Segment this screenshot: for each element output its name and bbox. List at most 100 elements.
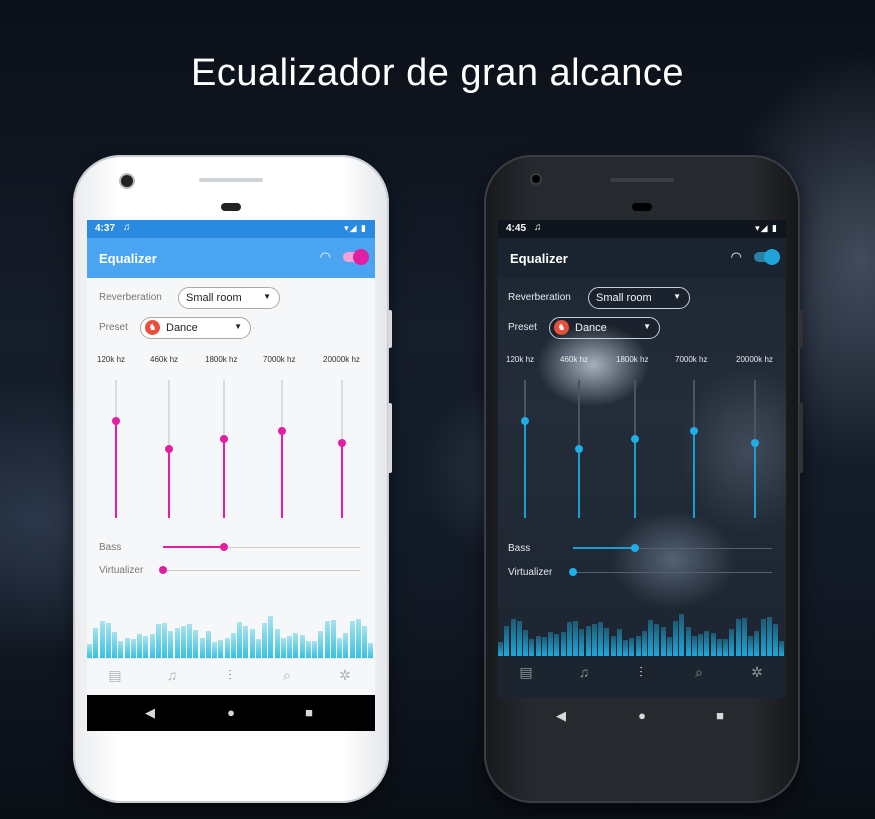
preset-dropdown[interactable]: ♞ Dance ▼ xyxy=(140,317,251,339)
band-handle[interactable] xyxy=(165,445,173,453)
system-nav-bar: ◀ ● ■ xyxy=(498,698,786,734)
search-icon[interactable]: ⌕ xyxy=(277,667,297,684)
recents-icon[interactable]: ■ xyxy=(299,705,319,720)
spectrum-bar xyxy=(105,623,111,658)
spectrum-bar xyxy=(299,635,305,658)
spectrum-bar xyxy=(716,639,722,656)
spectrum-bar xyxy=(598,622,603,656)
spectrum-bar xyxy=(305,641,311,658)
band-handle[interactable] xyxy=(278,427,286,436)
band-handle[interactable] xyxy=(631,435,639,444)
equalizer-icon[interactable]: ⫶ xyxy=(631,664,651,681)
gauge-icon[interactable]: ◠ xyxy=(731,249,742,265)
band-fill xyxy=(634,439,636,518)
spectrum-bar xyxy=(355,619,361,658)
spectrum-bar xyxy=(585,626,591,656)
app-bar: Equalizer ◠ xyxy=(498,238,786,278)
spectrum-bar xyxy=(773,624,778,656)
app-title: Equalizer xyxy=(510,251,568,266)
toggle-knob xyxy=(353,249,369,265)
music-note-icon: ♫ xyxy=(123,222,131,233)
spectrum-bar xyxy=(648,620,653,656)
band-handle[interactable] xyxy=(751,439,759,448)
reverb-dropdown[interactable]: Small room ▼ xyxy=(588,287,690,309)
band-handle[interactable] xyxy=(521,417,529,426)
home-icon[interactable]: ● xyxy=(632,708,652,723)
spectrum-bar xyxy=(616,629,622,656)
preset-value: Dance xyxy=(575,322,607,334)
spectrum-bar xyxy=(362,626,367,658)
spectrum-bar xyxy=(579,629,585,656)
spectrum-bar xyxy=(554,634,560,656)
search-icon[interactable]: ⌕ xyxy=(689,664,709,681)
spectrum-bar xyxy=(741,618,747,656)
spectrum-bar xyxy=(504,626,510,656)
earpiece xyxy=(610,178,674,182)
spectrum-bar xyxy=(735,619,741,656)
spectrum-bar xyxy=(287,636,292,658)
reverb-label: Reverberation xyxy=(508,292,571,303)
band-handle[interactable] xyxy=(338,439,346,448)
spectrum-bar xyxy=(137,634,142,658)
spectrum-bar xyxy=(629,638,635,656)
proximity-sensor xyxy=(221,203,241,211)
phone-light: 4:37 ♫ ▾◢ ▮ Equalizer ◠ Reverberation Sm… xyxy=(73,155,392,803)
spectrum-bar xyxy=(349,621,355,658)
toggle-knob xyxy=(764,249,780,265)
virtualizer-track[interactable] xyxy=(573,572,772,573)
recents-icon[interactable]: ■ xyxy=(710,708,730,723)
virtualizer-handle[interactable] xyxy=(569,568,577,576)
spectrum-bar xyxy=(673,621,678,656)
settings-icon[interactable]: ✲ xyxy=(747,664,767,681)
band-handle[interactable] xyxy=(690,427,698,436)
equalizer-toggle[interactable] xyxy=(754,249,780,265)
bass-handle[interactable] xyxy=(630,544,639,552)
band-handle[interactable] xyxy=(575,445,583,453)
spectrum-bar xyxy=(660,627,666,656)
caret-down-icon: ▼ xyxy=(234,322,242,331)
earpiece xyxy=(199,178,263,182)
spectrum-bar xyxy=(218,640,224,658)
songs-icon[interactable]: ♫ xyxy=(162,667,182,683)
spectrum-bar xyxy=(243,626,249,658)
spectrum-bar xyxy=(729,629,735,656)
front-camera xyxy=(121,175,133,187)
reverb-dropdown[interactable]: Small room ▼ xyxy=(178,287,280,309)
band-label: 7000k hz xyxy=(675,355,708,364)
spectrum-bar xyxy=(318,631,324,658)
gauge-icon[interactable]: ◠ xyxy=(320,249,331,265)
band-handle[interactable] xyxy=(220,435,228,444)
app-title: Equalizer xyxy=(99,251,157,266)
spectrum-bar xyxy=(635,636,641,656)
equalizer-toggle[interactable] xyxy=(343,249,369,265)
band-fill xyxy=(281,431,283,518)
band-fill xyxy=(223,439,225,518)
library-icon[interactable]: ▤ xyxy=(105,667,125,684)
bass-handle[interactable] xyxy=(220,543,229,551)
home-icon[interactable]: ● xyxy=(221,705,241,720)
songs-icon[interactable]: ♫ xyxy=(574,664,594,680)
equalizer-icon[interactable]: ⫶ xyxy=(220,667,240,684)
band-handle[interactable] xyxy=(112,417,120,426)
settings-icon[interactable]: ✲ xyxy=(335,667,355,684)
band-label: 20000k hz xyxy=(323,355,360,364)
bass-fill xyxy=(163,546,225,548)
library-icon[interactable]: ▤ xyxy=(516,664,536,681)
spectrum-bar xyxy=(516,621,522,656)
spectrum-bar xyxy=(187,624,192,658)
spectrum-bar xyxy=(548,632,553,656)
spectrum-bar xyxy=(199,638,205,658)
spectrum-visualizer xyxy=(498,606,786,656)
virtualizer-handle[interactable] xyxy=(159,566,167,574)
spectrum-bar xyxy=(99,621,105,658)
bass-label: Bass xyxy=(508,543,531,554)
spectrum-bar xyxy=(760,619,766,656)
spectrum-bar xyxy=(654,624,660,656)
volume-button xyxy=(388,403,392,473)
spectrum-bar xyxy=(168,631,174,658)
preset-dropdown[interactable]: ♞ Dance ▼ xyxy=(549,317,660,339)
back-icon[interactable]: ◀ xyxy=(551,708,571,724)
status-time: 4:37 xyxy=(95,223,116,234)
back-icon[interactable]: ◀ xyxy=(140,705,160,721)
virtualizer-track[interactable] xyxy=(163,570,360,571)
